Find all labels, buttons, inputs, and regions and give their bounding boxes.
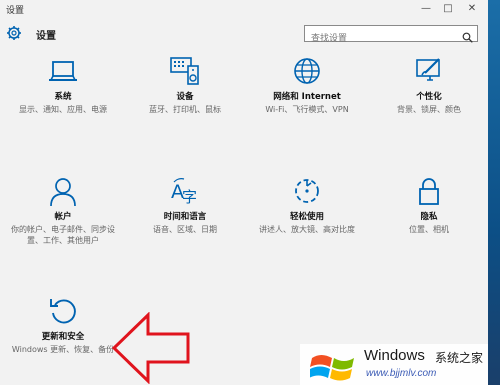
personalization-icon: [416, 58, 440, 81]
windows-logo-icon: [310, 355, 354, 381]
arrow-annotation-icon: [112, 312, 190, 384]
tile-devices[interactable]: 设备 蓝牙、打印机、鼠标: [130, 56, 240, 136]
settings-header: 设置: [0, 22, 488, 47]
tile-update-security[interactable]: 更新和安全 Windows 更新、恢复、备份: [8, 296, 118, 376]
tile-accounts[interactable]: 帐户 你的帐户、电子邮件、同步设置、工作、其他用户: [8, 176, 118, 256]
search-icon[interactable]: [462, 28, 473, 43]
tile-system[interactable]: 系统 显示、通知、应用、电源: [8, 56, 118, 136]
gear-icon: [6, 25, 22, 41]
tile-description: 位置、相机: [409, 225, 449, 234]
update-icon: [50, 299, 76, 324]
page-title: 设置: [36, 31, 56, 42]
desktop-background: [488, 0, 500, 385]
person-icon: [50, 178, 76, 206]
tile-privacy[interactable]: 隐私 位置、相机: [374, 176, 484, 256]
lock-icon: [419, 178, 439, 205]
tile-description: 语音、区域、日期: [153, 225, 217, 234]
tile-title: 网络和 Internet: [273, 92, 341, 102]
globe-icon: [294, 58, 320, 84]
ease-of-access-icon: [295, 179, 319, 203]
tile-time-language[interactable]: A字 时间和语言 语音、区域、日期: [130, 176, 240, 256]
tile-title: 更新和安全: [41, 332, 85, 342]
minimize-button[interactable]: —: [418, 2, 434, 16]
title-bar: 设置 — □ ✕: [0, 0, 488, 20]
maximize-button[interactable]: □: [440, 2, 456, 16]
watermark: Windows 系统之家 www.bjjmlv.com: [300, 344, 488, 385]
window-title: 设置: [6, 6, 25, 16]
tile-description: 显示、通知、应用、电源: [19, 105, 107, 114]
search-input[interactable]: [305, 31, 461, 47]
tile-title: 系统: [54, 92, 72, 102]
search-box[interactable]: [304, 25, 478, 47]
tile-personalization[interactable]: 个性化 背景、锁屏、颜色: [374, 56, 484, 136]
tile-description: 背景、锁屏、颜色: [397, 105, 461, 114]
laptop-icon: [49, 61, 77, 81]
tile-description: 讲述人、放大镜、高对比度: [259, 225, 355, 234]
devices-icon: [170, 57, 199, 85]
tile-description: 蓝牙、打印机、鼠标: [149, 105, 221, 114]
tile-title: 轻松使用: [289, 212, 324, 222]
tile-ease-of-access[interactable]: 轻松使用 讲述人、放大镜、高对比度: [252, 176, 362, 256]
tile-description: Windows 更新、恢复、备份: [11, 345, 115, 354]
tile-title: 隐私: [420, 212, 438, 222]
watermark-url: www.bjjmlv.com: [366, 368, 437, 379]
svg-text:字: 字: [182, 188, 197, 206]
tile-description: 你的帐户、电子邮件、同步设置、工作、其他用户: [11, 225, 115, 245]
watermark-brand: Windows: [364, 347, 425, 364]
tile-title: 时间和语言: [163, 212, 207, 222]
close-button[interactable]: ✕: [464, 2, 480, 16]
tile-title: 帐户: [54, 212, 72, 222]
tile-network[interactable]: 网络和 Internet Wi-Fi、飞行模式、VPN: [252, 56, 362, 136]
time-language-icon: A字: [171, 178, 197, 206]
tile-description: Wi-Fi、飞行模式、VPN: [265, 105, 349, 114]
settings-window: 设置 — □ ✕ 设置 系统 显示、通知、应用、电源 设备 蓝牙、打印机、鼠标 …: [0, 0, 488, 385]
tile-title: 设备: [176, 92, 194, 102]
watermark-cn: 系统之家: [435, 351, 484, 365]
tile-title: 个性化: [416, 92, 442, 102]
